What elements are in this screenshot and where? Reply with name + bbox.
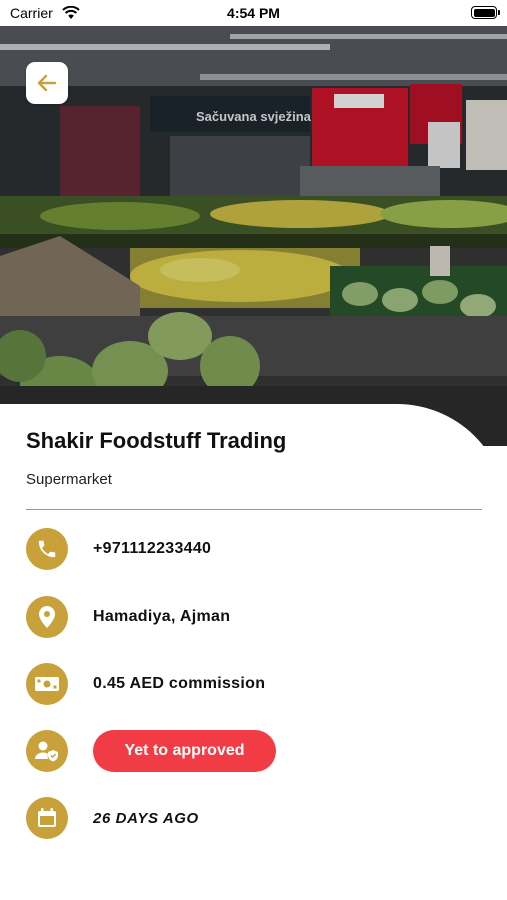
clock: 4:54 PM xyxy=(227,5,280,21)
status-bar: Carrier 4:54 PM xyxy=(0,0,507,26)
back-button[interactable] xyxy=(26,62,68,104)
store-hero-image: Sačuvana svježina xyxy=(0,26,507,446)
phone-icon xyxy=(26,528,68,570)
approval-row: Yet to approved xyxy=(26,730,276,772)
user-shield-icon xyxy=(26,730,68,772)
calendar-icon xyxy=(26,797,68,839)
approval-status-badge: Yet to approved xyxy=(93,730,276,772)
created-date: 26 DAYS AGO xyxy=(93,809,199,827)
location-row: Hamadiya, Ajman xyxy=(26,596,230,638)
back-arrow-icon xyxy=(37,74,57,92)
date-row: 26 DAYS AGO xyxy=(26,797,199,839)
cash-icon xyxy=(26,663,68,705)
phone-number: +971112233440 xyxy=(93,540,212,557)
divider xyxy=(26,509,482,510)
commission-row: 0.45 AED commission xyxy=(26,663,265,705)
location-pin-icon xyxy=(26,596,68,638)
commission-text: 0.45 AED commission xyxy=(93,675,266,692)
store-category: Supermarket xyxy=(26,471,112,488)
location-text: Hamadiya, Ajman xyxy=(93,608,231,625)
supermarket-photo: Sačuvana svježina xyxy=(0,26,507,446)
phone-row[interactable]: +971112233440 xyxy=(26,528,211,570)
store-name: Shakir Foodstuff Trading xyxy=(26,428,287,453)
store-details-sheet: Shakir Foodstuff Trading Supermarket +97… xyxy=(0,404,507,900)
battery-icon xyxy=(471,6,500,19)
